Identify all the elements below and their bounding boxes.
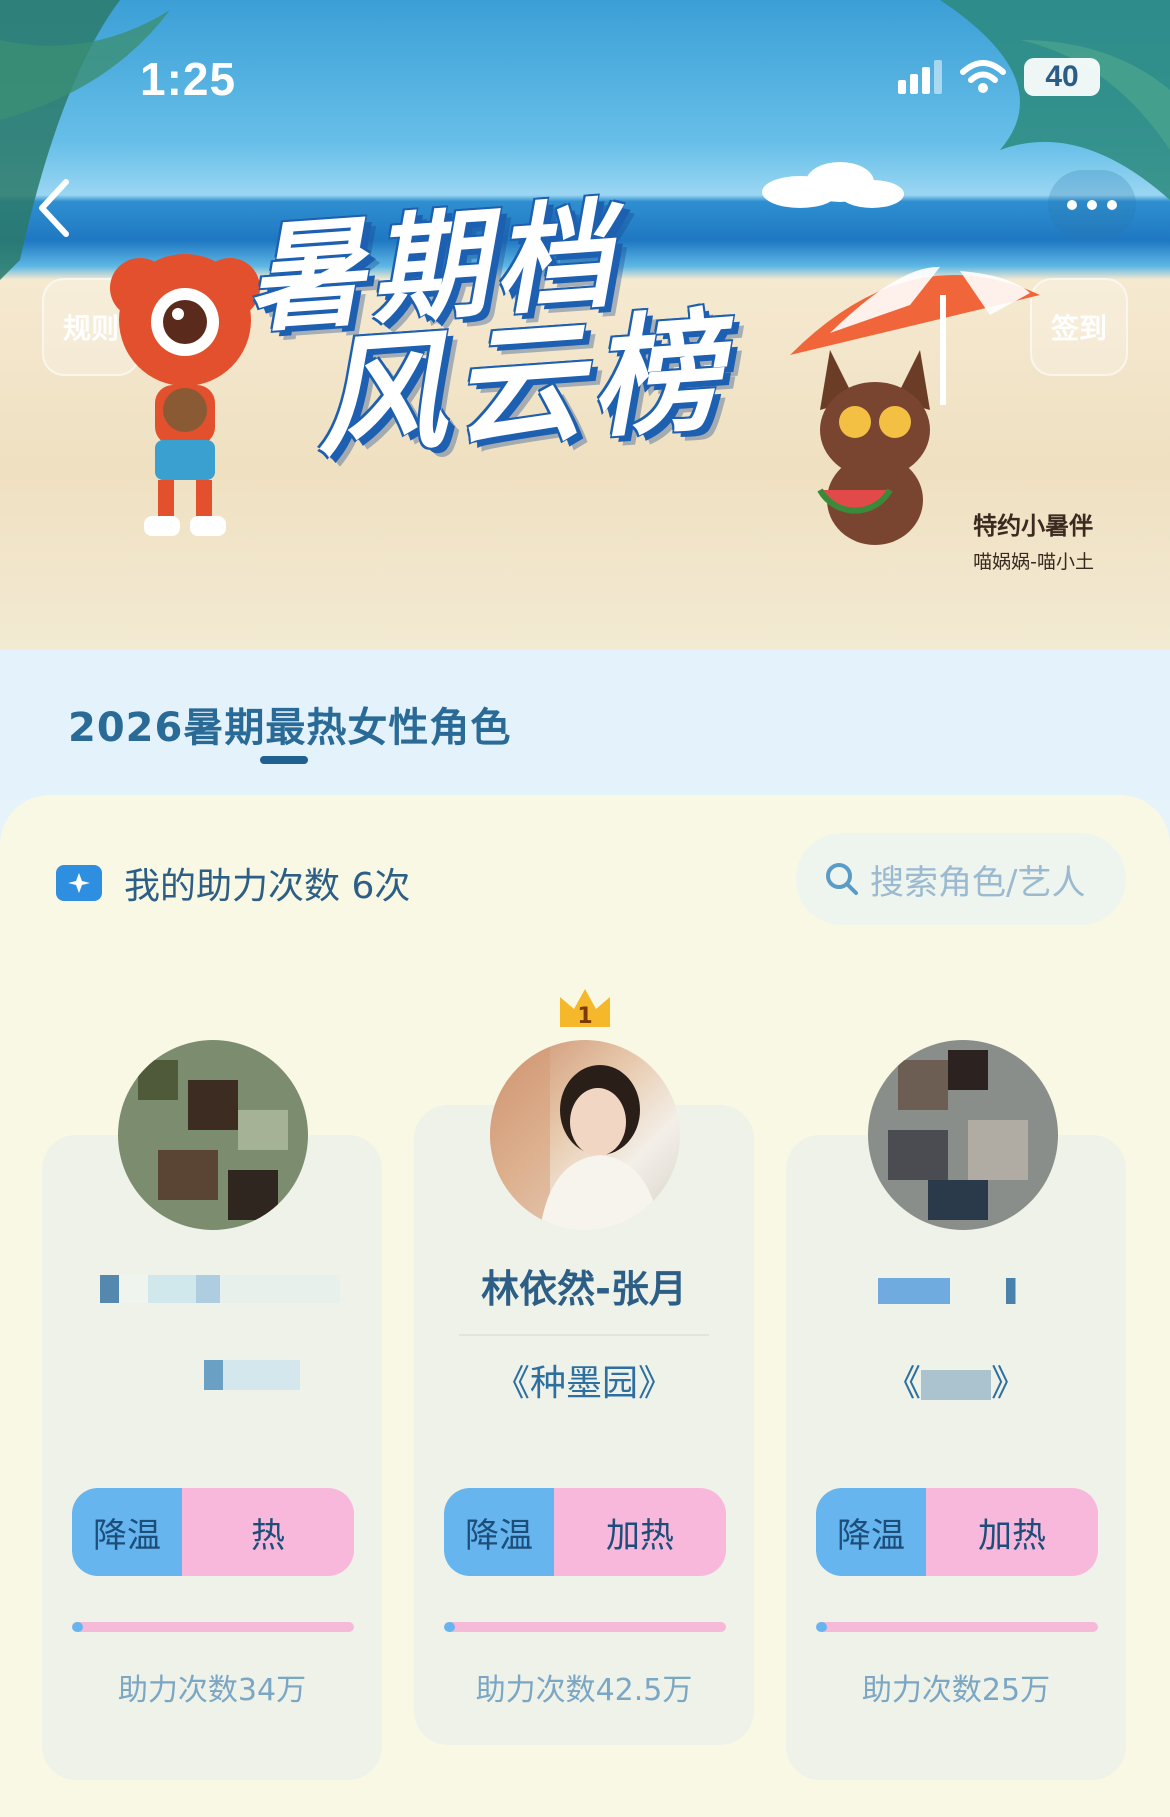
status-time: 1:25 [140,53,237,105]
vote-control: 降温 加热 [816,1488,1098,1576]
work-title: 《》 [786,1354,1126,1406]
progress-fill [72,1622,84,1632]
signal-icon [898,60,942,94]
blurred-work [140,1360,300,1390]
search-placeholder: 搜索角色/艺人 [870,862,1086,903]
boost-total: 助力次数25万 [861,1673,1051,1708]
sponsor-info: 特约小暑伴 喵娲娲-喵小土 [973,506,1094,574]
avatar[interactable] [118,1040,308,1230]
search-input[interactable]: 搜索角色/艺人 [796,833,1126,925]
hero-title: 暑期档 风云榜 [241,179,858,476]
checkin-button[interactable]: 签到 [1030,278,1128,376]
battery-indicator: 40 [1024,58,1100,96]
boost-total: 助力次数34万 [117,1673,307,1708]
blurred-name [878,1278,1038,1304]
more-button[interactable] [1048,170,1136,240]
cool-down-button[interactable]: 降温 [444,1488,554,1576]
heat-up-button[interactable]: 加热 [926,1488,1098,1576]
work-title-open: 《 [884,1363,921,1404]
crown-icon: 1 [560,989,610,1029]
more-icon [1067,200,1077,210]
rank-number: 1 [577,1004,592,1029]
vote-control: 降温 加热 [444,1488,726,1576]
hero-title-line2: 风云榜 [309,294,734,476]
heat-up-button[interactable]: 热 [182,1488,354,1576]
progress-bar [816,1622,1098,1632]
progress-bar [72,1622,354,1632]
cool-down-button[interactable]: 降温 [816,1488,926,1576]
character-name: 林依然-张月 [481,1267,687,1311]
progress-fill [816,1622,828,1632]
mascot-image [110,254,260,536]
boost-total: 助力次数42.5万 [475,1673,693,1708]
tab-indicator [260,756,308,764]
back-icon[interactable] [34,178,74,238]
boost-count: 我的助力次数 6次 [56,857,410,909]
progress-fill [444,1622,456,1632]
vote-control: 降温 热 [72,1488,354,1576]
avatar[interactable] [868,1040,1058,1230]
wifi-icon [960,60,1006,93]
avatar[interactable] [490,1040,680,1230]
heat-up-button[interactable]: 加热 [554,1488,726,1576]
tab-hot-female-roles[interactable]: 2026暑期最热女性角色 [68,695,511,753]
blurred-name [100,1275,340,1303]
hero-banner: 1:25 40 规则 签到 暑期档 风云榜 特约小暑伴 喵娲娲-喵小土 [0,0,1170,650]
sponsor-name: 喵娲娲-喵小土 [973,551,1094,573]
boost-label: 我的助力次数 6次 [124,866,411,907]
progress-bar [444,1622,726,1632]
divider [459,1334,709,1336]
work-title-close: 》 [991,1363,1028,1404]
sponsor-label: 特约小暑伴 [973,512,1094,540]
tab-bar: 2026暑期最热女性角色 [0,650,1170,800]
cool-down-button[interactable]: 降温 [72,1488,182,1576]
status-bar: 1:25 40 [0,40,1170,120]
work-title: 《种墨园》 [493,1363,674,1404]
blurred-work [921,1370,991,1400]
ticket-icon [56,865,102,901]
search-icon [826,863,858,895]
